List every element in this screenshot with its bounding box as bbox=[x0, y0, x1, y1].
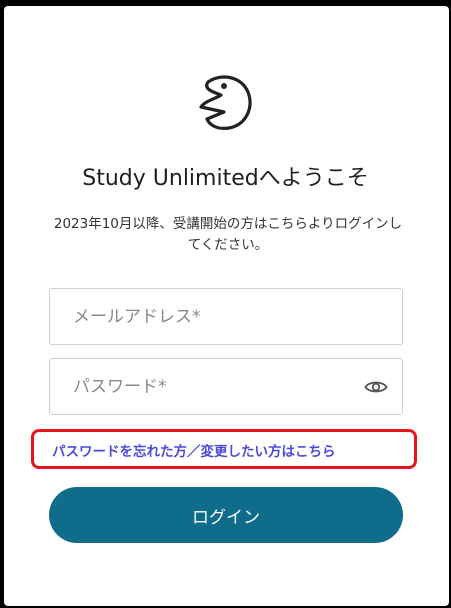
login-button[interactable]: ログイン bbox=[49, 487, 403, 543]
password-input[interactable] bbox=[50, 359, 402, 414]
eye-icon[interactable] bbox=[364, 377, 388, 397]
email-input[interactable] bbox=[50, 289, 402, 344]
email-field-container bbox=[49, 288, 403, 345]
logo-icon bbox=[199, 75, 252, 130]
password-field-container bbox=[49, 358, 403, 415]
forgot-password-link[interactable]: パスワードを忘れた方／変更したい方はこちら bbox=[52, 440, 336, 460]
forgot-password-highlight: パスワードを忘れた方／変更したい方はこちら bbox=[31, 429, 417, 469]
login-description: 2023年10月以降、受講開始の方はこちらよりログインしてください。 bbox=[53, 216, 403, 253]
page-title: Study Unlimitedへようこそ bbox=[82, 166, 369, 191]
